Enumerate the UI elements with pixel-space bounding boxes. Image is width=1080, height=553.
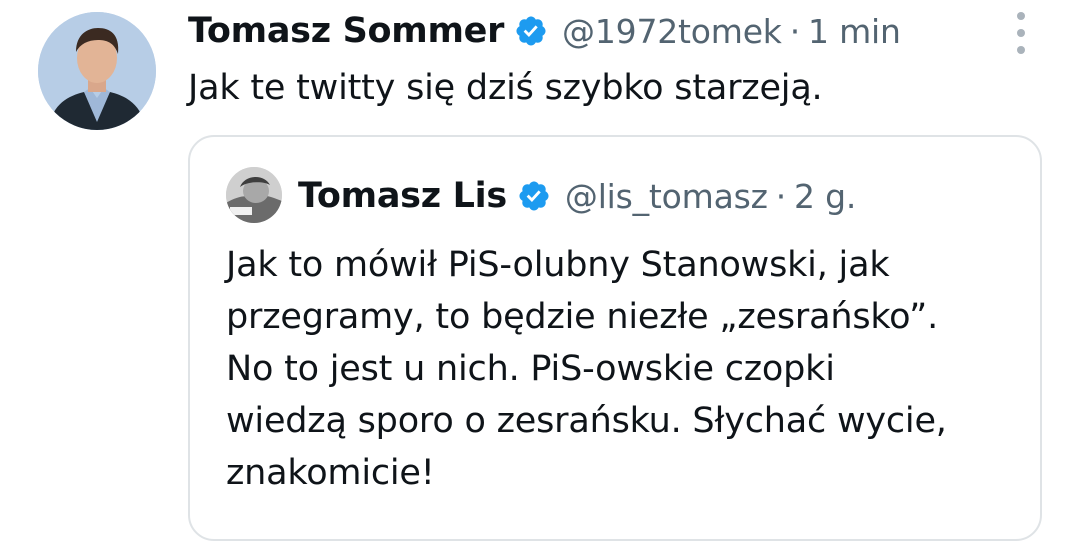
author-avatar[interactable] xyxy=(38,12,156,130)
more-dot xyxy=(1017,46,1025,54)
quoted-text-line: znakomicie! xyxy=(226,453,435,493)
more-dot xyxy=(1017,29,1025,37)
quoted-author-handle[interactable]: @lis_tomasz xyxy=(565,177,768,216)
quoted-tweet-header: Tomasz Lis @lis_tomasz · 2 g. xyxy=(298,173,856,219)
quoted-text-line: przegramy, to będzie niezłe „zesrańsko”. xyxy=(226,297,938,337)
quoted-author-avatar xyxy=(226,167,282,223)
quoted-text-line: wiedzą sporo o zesrańsku. Słychać wycie, xyxy=(226,401,947,441)
quoted-text-line: Jak to mówił PiS-olubny Stanowski, jak xyxy=(226,245,890,285)
tweet-timestamp[interactable]: 1 min xyxy=(808,12,901,51)
tweet-text: Jak te twitty się dziś szybko starzeją. xyxy=(188,68,823,108)
meta-separator: · xyxy=(775,176,787,216)
author-name[interactable]: Tomasz Sommer xyxy=(188,11,504,51)
verified-badge-icon xyxy=(514,14,548,48)
author-handle[interactable]: @1972tomek xyxy=(562,12,782,51)
tweet-header: Tomasz Sommer @1972tomek · 1 min xyxy=(188,8,901,54)
quoted-tweet-card[interactable]: Tomasz Lis @lis_tomasz · 2 g. Jak to mów… xyxy=(188,135,1042,541)
quoted-tweet-text: Jak to mówił PiS-olubny Stanowski, jak p… xyxy=(226,239,1016,499)
quoted-text-line: No to jest u nich. PiS-owskie czopki xyxy=(226,349,835,389)
quoted-author-name[interactable]: Tomasz Lis xyxy=(298,176,507,216)
quoted-tweet-timestamp[interactable]: 2 g. xyxy=(794,177,856,216)
more-dot xyxy=(1017,12,1025,20)
verified-badge-icon xyxy=(517,179,551,213)
more-vertical-icon[interactable] xyxy=(1006,12,1036,54)
meta-separator: · xyxy=(789,11,801,51)
